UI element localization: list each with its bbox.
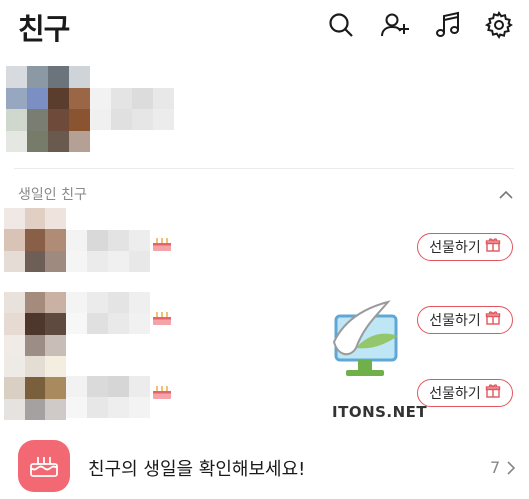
watermark-text: ITONS.NET <box>332 403 428 421</box>
friend-avatar[interactable] <box>4 356 66 420</box>
gift-button-label: 선물하기 <box>429 240 481 256</box>
friend-name <box>66 376 150 418</box>
birthday-count: 7 <box>490 458 501 477</box>
birthday-cake-icon <box>152 310 172 326</box>
page-title: 친구 <box>18 12 70 46</box>
friend-avatar[interactable] <box>4 292 66 356</box>
gift-button-label: 선물하기 <box>429 386 481 402</box>
search-icon[interactable] <box>326 10 356 40</box>
watermark-logo <box>326 296 404 384</box>
gift-icon <box>485 237 501 257</box>
birthday-cake-icon <box>152 384 172 400</box>
friend-avatar[interactable] <box>4 208 66 272</box>
music-icon[interactable] <box>433 10 463 40</box>
gift-button[interactable]: 선물하기 <box>417 306 513 334</box>
friend-name <box>66 292 150 334</box>
chevron-up-icon[interactable] <box>498 186 514 199</box>
chevron-right-icon[interactable] <box>506 460 516 475</box>
my-profile-name <box>90 88 174 130</box>
birthday-cake-icon <box>152 236 172 252</box>
section-divider <box>14 168 514 169</box>
my-profile-avatar[interactable] <box>6 66 90 152</box>
gift-button[interactable]: 선물하기 <box>417 233 513 261</box>
settings-icon[interactable] <box>484 10 514 40</box>
birthday-section-label: 생일인 친구 <box>18 187 87 203</box>
add-friend-icon[interactable] <box>380 10 410 40</box>
birthday-banner-icon[interactable] <box>18 440 70 492</box>
gift-icon <box>485 383 501 403</box>
friend-name <box>66 230 150 272</box>
birthday-banner-text[interactable]: 친구의 생일을 확인해보세요! <box>88 455 305 481</box>
gift-icon <box>485 310 501 330</box>
gift-button-label: 선물하기 <box>429 313 481 329</box>
gift-button[interactable]: 선물하기 <box>417 379 513 407</box>
